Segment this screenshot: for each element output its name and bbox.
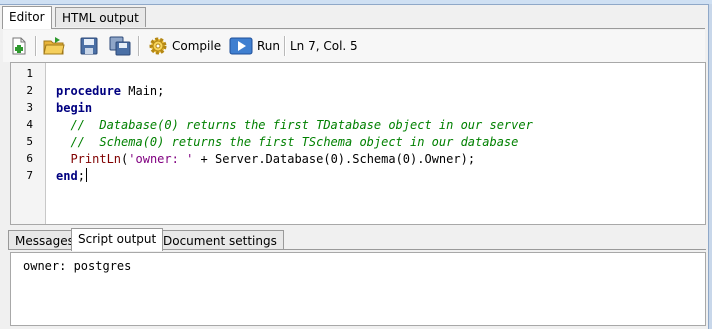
code-line: begin xyxy=(56,100,92,117)
code-token: end xyxy=(56,169,78,183)
line-number: 2 xyxy=(26,84,33,97)
text-caret xyxy=(85,168,87,182)
code-token: PrintLn xyxy=(70,152,122,166)
save-all-icon xyxy=(109,36,131,56)
play-icon xyxy=(229,36,253,56)
code-token: procedure xyxy=(56,84,122,98)
toolbar-separator xyxy=(138,36,140,56)
code-token: 'owner: ' xyxy=(128,152,194,166)
run-button[interactable]: Run xyxy=(229,34,280,58)
code-line: // Database(0) returns the first TDataba… xyxy=(56,117,533,134)
line-number: 4 xyxy=(26,118,33,131)
save-button[interactable] xyxy=(79,34,99,58)
cursor-position: Ln 7, Col. 5 xyxy=(290,34,358,58)
code-line: // Schema(0) returns the first TSchema o… xyxy=(56,134,518,151)
code-editor[interactable]: 1 2 3 4 5 6 7 procedure Main; begin // Da… xyxy=(10,62,706,225)
new-document-icon xyxy=(9,36,29,56)
gear-icon xyxy=(148,36,168,56)
line-number: 5 xyxy=(26,135,33,148)
script-output-box[interactable]: owner: postgres xyxy=(10,252,706,326)
tab-divider xyxy=(2,28,705,29)
line-number: 3 xyxy=(26,101,33,114)
open-button[interactable] xyxy=(43,34,65,58)
code-token: // Database(0) returns the first TDataba… xyxy=(70,118,533,132)
open-folder-icon xyxy=(43,36,65,56)
line-number: 7 xyxy=(26,169,33,182)
code-token: // Schema(0) returns the first TSchema o… xyxy=(70,135,519,149)
tab-editor[interactable]: Editor xyxy=(2,6,52,29)
cursor-position-text: Ln 7, Col. 5 xyxy=(290,39,358,53)
compile-label: Compile xyxy=(172,39,222,53)
code-line: end; xyxy=(56,168,87,185)
code-line: PrintLn('owner: ' + Server.Database(0).S… xyxy=(56,151,475,168)
tab-messages[interactable]: Messages xyxy=(8,230,81,250)
code-line: procedure Main; xyxy=(56,83,164,100)
compile-button[interactable]: Compile xyxy=(148,34,221,58)
window-right-border xyxy=(708,4,712,329)
tab-document-settings[interactable]: Document settings xyxy=(156,230,284,250)
toolbar-separator xyxy=(284,36,286,56)
toolbar: Compile Run Ln 7, Col. 5 xyxy=(3,30,705,62)
tab-script-output[interactable]: Script output xyxy=(71,228,164,251)
tab-html-output[interactable]: HTML output xyxy=(55,7,146,27)
save-icon xyxy=(79,36,99,56)
line-number: 6 xyxy=(26,152,33,165)
script-output-text: owner: postgres xyxy=(23,259,132,273)
line-number-gutter: 1 2 3 4 5 6 7 xyxy=(11,63,46,224)
code-token: Main; xyxy=(121,84,165,98)
code-token: begin xyxy=(56,101,93,115)
window-top-border xyxy=(0,0,712,5)
run-label: Run xyxy=(257,39,281,53)
new-button[interactable] xyxy=(9,34,29,58)
code-token: ; xyxy=(77,169,85,183)
code-token: + Server.Database(0).Schema(0).Owner); xyxy=(193,152,476,166)
toolbar-separator xyxy=(35,36,37,56)
save-all-button[interactable] xyxy=(109,34,131,58)
line-number: 1 xyxy=(26,67,33,80)
